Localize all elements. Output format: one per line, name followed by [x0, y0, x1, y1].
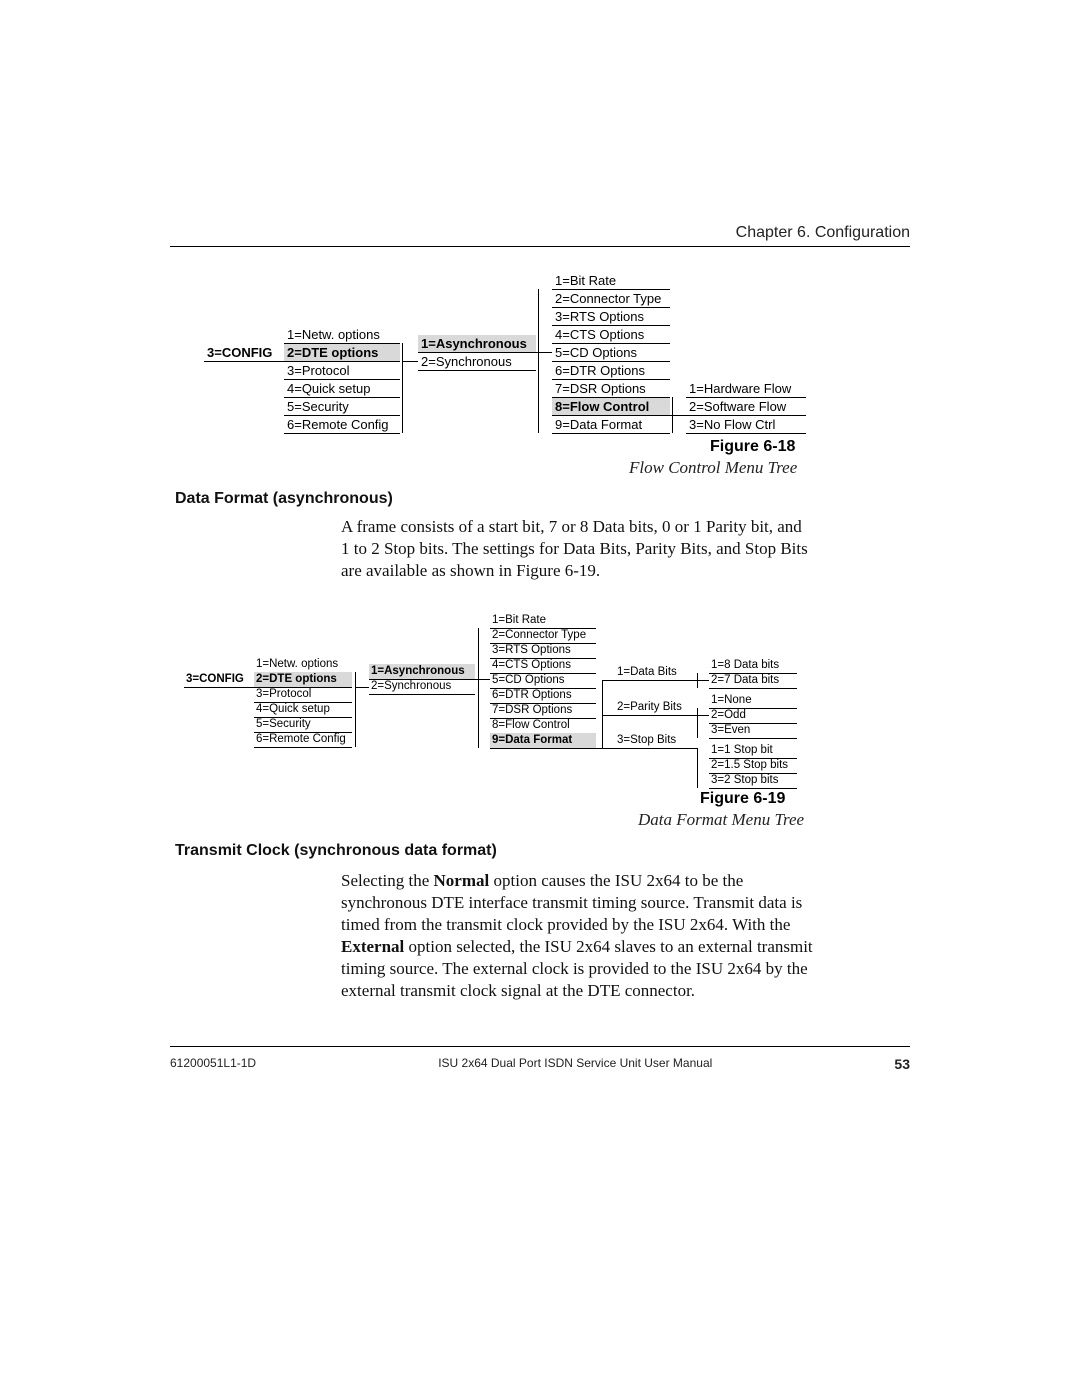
- page-footer: 61200051L1-1D ISU 2x64 Dual Port ISDN Se…: [170, 1056, 910, 1072]
- tree19-col4-0: 1=Data Bits: [615, 665, 693, 681]
- tree19-col5b-1: 2=Odd: [709, 708, 797, 724]
- tree19-col5c-2: 3=2 Stop bits: [709, 773, 797, 789]
- section-data-format-body: A frame consists of a start bit, 7 or 8 …: [341, 516, 811, 582]
- tree19-col3-7: 8=Flow Control: [490, 718, 596, 734]
- text-span: Selecting the: [341, 871, 434, 890]
- tree19-col5c-1: 2=1.5 Stop bits: [709, 758, 797, 774]
- tree19-col5a-1: 2=7 Data bits: [709, 673, 797, 689]
- tree18-col3-7: 8=Flow Control: [552, 398, 670, 416]
- tree18-col1-2: 3=Protocol: [284, 362, 400, 380]
- tree18-col3-2: 3=RTS Options: [552, 308, 670, 326]
- tree18-col4-2: 3=No Flow Ctrl: [686, 416, 806, 434]
- tree19-col1-3: 4=Quick setup: [254, 702, 352, 718]
- footer-docid: 61200051L1-1D: [170, 1056, 256, 1072]
- tree19-col1-1: 2=DTE options: [254, 672, 352, 688]
- footer-rule: [170, 1046, 910, 1047]
- section-transmit-clock-body: Selecting the Normal option causes the I…: [341, 870, 821, 1002]
- tree18-col1-4: 5=Security: [284, 398, 400, 416]
- footer-pageno: 53: [894, 1056, 910, 1072]
- tree18-col4-1: 2=Software Flow: [686, 398, 806, 416]
- tree19-root: 3=CONFIG: [184, 672, 252, 688]
- tree18-col1-5: 6=Remote Config: [284, 416, 400, 434]
- tree19-col1-4: 5=Security: [254, 717, 352, 733]
- tree18-col2-1: 2=Synchronous: [418, 353, 536, 371]
- bold-normal: Normal: [434, 871, 490, 890]
- tree19-col5b-0: 1=None: [709, 693, 797, 709]
- figure-18-label: Figure 6-18: [710, 438, 795, 456]
- bold-external: External: [341, 937, 404, 956]
- tree18-col3-0: 1=Bit Rate: [552, 272, 670, 290]
- figure-19-caption: Data Format Menu Tree: [638, 810, 804, 830]
- tree19-col2-0: 1=Asynchronous: [369, 664, 475, 680]
- tree18-col1-1: 2=DTE options: [284, 344, 400, 362]
- tree18-col2-0: 1=Asynchronous: [418, 335, 536, 353]
- text-span: option selected, the ISU 2x64 slaves to …: [341, 937, 813, 1000]
- footer-title: ISU 2x64 Dual Port ISDN Service Unit Use…: [438, 1056, 712, 1072]
- tree19-col3-6: 7=DSR Options: [490, 703, 596, 719]
- section-transmit-clock-heading: Transmit Clock (synchronous data format): [175, 842, 497, 860]
- tree18-col3-8: 9=Data Format: [552, 416, 670, 434]
- tree18-col4-0: 1=Hardware Flow: [686, 380, 806, 398]
- tree18-root: 3=CONFIG: [204, 344, 282, 362]
- tree19-col5c-0: 1=1 Stop bit: [709, 743, 797, 759]
- section-data-format-heading: Data Format (asynchronous): [175, 490, 393, 508]
- tree19-col3-5: 6=DTR Options: [490, 688, 596, 704]
- tree19-col1-2: 3=Protocol: [254, 687, 352, 703]
- tree19-col3-8: 9=Data Format: [490, 733, 596, 749]
- tree19-col1-5: 6=Remote Config: [254, 732, 352, 748]
- tree19-col4-2: 3=Stop Bits: [615, 733, 693, 749]
- header-rule: [170, 246, 910, 247]
- tree19-col4-1: 2=Parity Bits: [615, 700, 693, 716]
- tree18-col3-1: 2=Connector Type: [552, 290, 670, 308]
- document-page: Chapter 6. Configuration 3=CONFIG 1=Netw…: [0, 0, 1080, 1397]
- tree18-col3-5: 6=DTR Options: [552, 362, 670, 380]
- tree19-col5a-0: 1=8 Data bits: [709, 658, 797, 674]
- tree18-col3-3: 4=CTS Options: [552, 326, 670, 344]
- tree19-col3-1: 2=Connector Type: [490, 628, 596, 644]
- page-header: Chapter 6. Configuration: [736, 224, 910, 242]
- tree18-col1-3: 4=Quick setup: [284, 380, 400, 398]
- tree18-col3-4: 5=CD Options: [552, 344, 670, 362]
- tree19-col1-0: 1=Netw. options: [254, 657, 352, 673]
- tree19-col5b-2: 3=Even: [709, 723, 797, 739]
- tree18-col1-0: 1=Netw. options: [284, 326, 400, 344]
- tree19-col3-0: 1=Bit Rate: [490, 613, 596, 629]
- tree18-col3-6: 7=DSR Options: [552, 380, 670, 398]
- tree19-col2-1: 2=Synchronous: [369, 679, 475, 695]
- tree19-col3-3: 4=CTS Options: [490, 658, 596, 674]
- figure-19-label: Figure 6-19: [700, 790, 785, 808]
- tree19-col3-2: 3=RTS Options: [490, 643, 596, 659]
- figure-18-caption: Flow Control Menu Tree: [629, 458, 797, 478]
- tree19-col3-4: 5=CD Options: [490, 673, 596, 689]
